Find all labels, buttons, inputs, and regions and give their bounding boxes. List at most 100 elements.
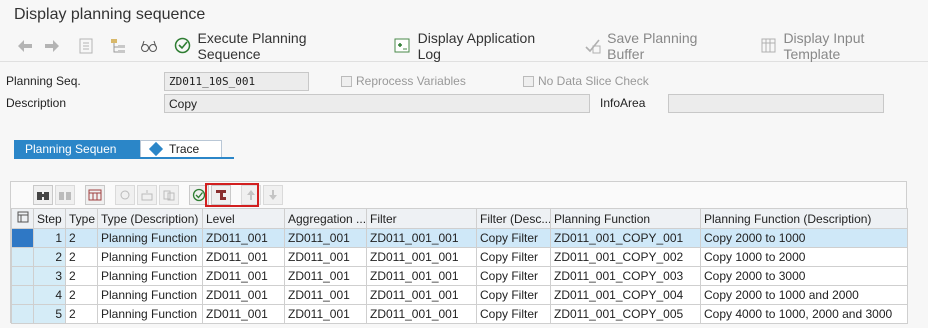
insert-row-icon[interactable] — [137, 185, 157, 205]
col-type-description[interactable]: Type (Description) — [97, 208, 203, 229]
cell-filter-description: Copy Filter — [476, 228, 551, 248]
cell-type-description: Planning Function — [97, 247, 203, 267]
save-buffer-icon — [584, 37, 602, 55]
no-data-slice-check-label: No Data Slice Check — [538, 74, 649, 88]
forward-arrow-icon[interactable] — [42, 35, 64, 57]
description-field[interactable]: Copy — [164, 94, 590, 113]
cell-aggregation: ZD011_001 — [284, 304, 367, 324]
cell-aggregation: ZD011_001 — [284, 266, 367, 286]
cell-filter: ZD011_001_001 — [366, 228, 477, 248]
cell-type-description: Planning Function — [97, 304, 203, 324]
row-selector[interactable] — [11, 247, 34, 267]
cell-planning-function-description: Copy 2000 to 1000 and 2000 — [700, 285, 908, 305]
steps-table: Step Type Type (Description) Level Aggre… — [11, 208, 908, 324]
col-filter-description[interactable]: Filter (Desc... — [476, 208, 551, 229]
find-icon[interactable] — [33, 185, 53, 205]
planning-seq-row: Planning Seq. ZD011_10S_001 Reprocess Va… — [0, 70, 928, 92]
cell-type: 2 — [65, 247, 98, 267]
col-planning-function[interactable]: Planning Function — [550, 208, 701, 229]
cell-filter-description: Copy Filter — [476, 266, 551, 286]
refresh-icon[interactable] — [115, 185, 135, 205]
cell-filter-description: Copy Filter — [476, 304, 551, 324]
window-title: Display planning sequence — [14, 6, 206, 23]
table-row[interactable]: 4 2 Planning Function ZD011_001 ZD011_00… — [11, 285, 908, 305]
cell-step: 1 — [33, 228, 66, 248]
move-down-icon[interactable] — [263, 185, 283, 205]
cell-level: ZD011_001 — [202, 228, 285, 248]
find-next-icon[interactable] — [55, 185, 75, 205]
cell-level: ZD011_001 — [202, 285, 285, 305]
cell-level: ZD011_001 — [202, 304, 285, 324]
col-level[interactable]: Level — [202, 208, 285, 229]
save-planning-buffer-button[interactable]: Save Planning Buffer — [578, 29, 742, 62]
table-header-row: Step Type Type (Description) Level Aggre… — [11, 208, 908, 229]
row-selector[interactable] — [11, 304, 34, 324]
infoarea-label: InfoArea — [600, 96, 646, 110]
cell-level: ZD011_001 — [202, 247, 285, 267]
cell-type: 2 — [65, 228, 98, 248]
row-selector[interactable] — [11, 228, 34, 248]
cell-type: 2 — [65, 266, 98, 286]
grid-toolbar — [11, 182, 906, 208]
cell-aggregation: ZD011_001 — [284, 247, 367, 267]
infoarea-field[interactable] — [668, 94, 884, 113]
cell-step: 3 — [33, 266, 66, 286]
hierarchy-icon[interactable] — [107, 35, 129, 57]
no-data-slice-check-checkbox[interactable]: No Data Slice Check — [523, 74, 649, 88]
tab-planning-sequence[interactable]: Planning Sequen — [14, 140, 140, 158]
description-row: Description Copy InfoArea — [0, 92, 928, 114]
reprocess-variables-label: Reprocess Variables — [356, 74, 466, 88]
cell-step: 2 — [33, 247, 66, 267]
cell-step: 5 — [33, 304, 66, 324]
display-input-template-button[interactable]: Display Input Template — [754, 29, 928, 62]
display-input-template-label: Display Input Template — [783, 29, 865, 62]
input-template-icon — [760, 37, 778, 55]
col-aggregation[interactable]: Aggregation ... — [284, 208, 367, 229]
cell-type-description: Planning Function — [97, 228, 203, 248]
cell-filter: ZD011_001_001 — [366, 247, 477, 267]
back-arrow-icon[interactable] — [14, 35, 36, 57]
cell-type-description: Planning Function — [97, 285, 203, 305]
cell-filter-description: Copy Filter — [476, 285, 551, 305]
col-step[interactable]: Step — [33, 208, 66, 229]
col-planning-function-description[interactable]: Planning Function (Description) — [700, 208, 908, 229]
select-all-icon[interactable] — [11, 208, 34, 229]
save-planning-buffer-label: Save Planning Buffer — [607, 29, 698, 62]
row-selector[interactable] — [11, 285, 34, 305]
highlight-box — [205, 183, 259, 207]
table-view-icon[interactable] — [85, 185, 105, 205]
copy-row-icon[interactable] — [159, 185, 179, 205]
execute-planning-sequence-button[interactable]: Execute Planning Sequence — [168, 29, 376, 62]
display-application-log-button[interactable]: Display Application Log — [388, 29, 566, 62]
cell-planning-function: ZD011_001_COPY_005 — [550, 304, 701, 324]
cell-filter: ZD011_001_001 — [366, 304, 477, 324]
cell-type: 2 — [65, 304, 98, 324]
col-type[interactable]: Type — [65, 208, 98, 229]
planning-sequence-grid: Step Type Type (Description) Level Aggre… — [10, 181, 908, 324]
display-application-log-label: Display Application Log — [417, 29, 536, 62]
col-filter[interactable]: Filter — [366, 208, 477, 229]
tab-trace[interactable]: Trace — [140, 140, 222, 158]
document-icon[interactable] — [75, 35, 97, 57]
cell-planning-function-description: Copy 2000 to 1000 — [700, 228, 908, 248]
planning-seq-field[interactable]: ZD011_10S_001 — [164, 72, 309, 91]
reprocess-checkbox-box — [341, 75, 352, 87]
glasses-icon[interactable] — [138, 35, 160, 57]
description-label: Description — [6, 96, 67, 110]
cell-level: ZD011_001 — [202, 266, 285, 286]
row-selector[interactable] — [11, 266, 34, 286]
cell-type-description: Planning Function — [97, 266, 203, 286]
table-row[interactable]: 3 2 Planning Function ZD011_001 ZD011_00… — [11, 266, 908, 286]
tab-underline — [14, 157, 234, 159]
diamond-icon — [148, 141, 164, 157]
table-row[interactable]: 5 2 Planning Function ZD011_001 ZD011_00… — [11, 304, 908, 324]
cell-filter-description: Copy Filter — [476, 247, 551, 267]
cell-aggregation: ZD011_001 — [284, 228, 367, 248]
cell-planning-function: ZD011_001_COPY_004 — [550, 285, 701, 305]
table-row[interactable]: 1 2 Planning Function ZD011_001 ZD011_00… — [11, 228, 908, 248]
table-row[interactable]: 2 2 Planning Function ZD011_001 ZD011_00… — [11, 247, 908, 267]
reprocess-variables-checkbox[interactable]: Reprocess Variables — [341, 74, 466, 88]
application-log-icon — [394, 37, 412, 55]
cell-step: 4 — [33, 285, 66, 305]
execute-planning-sequence-label: Execute Planning Sequence — [197, 29, 307, 62]
